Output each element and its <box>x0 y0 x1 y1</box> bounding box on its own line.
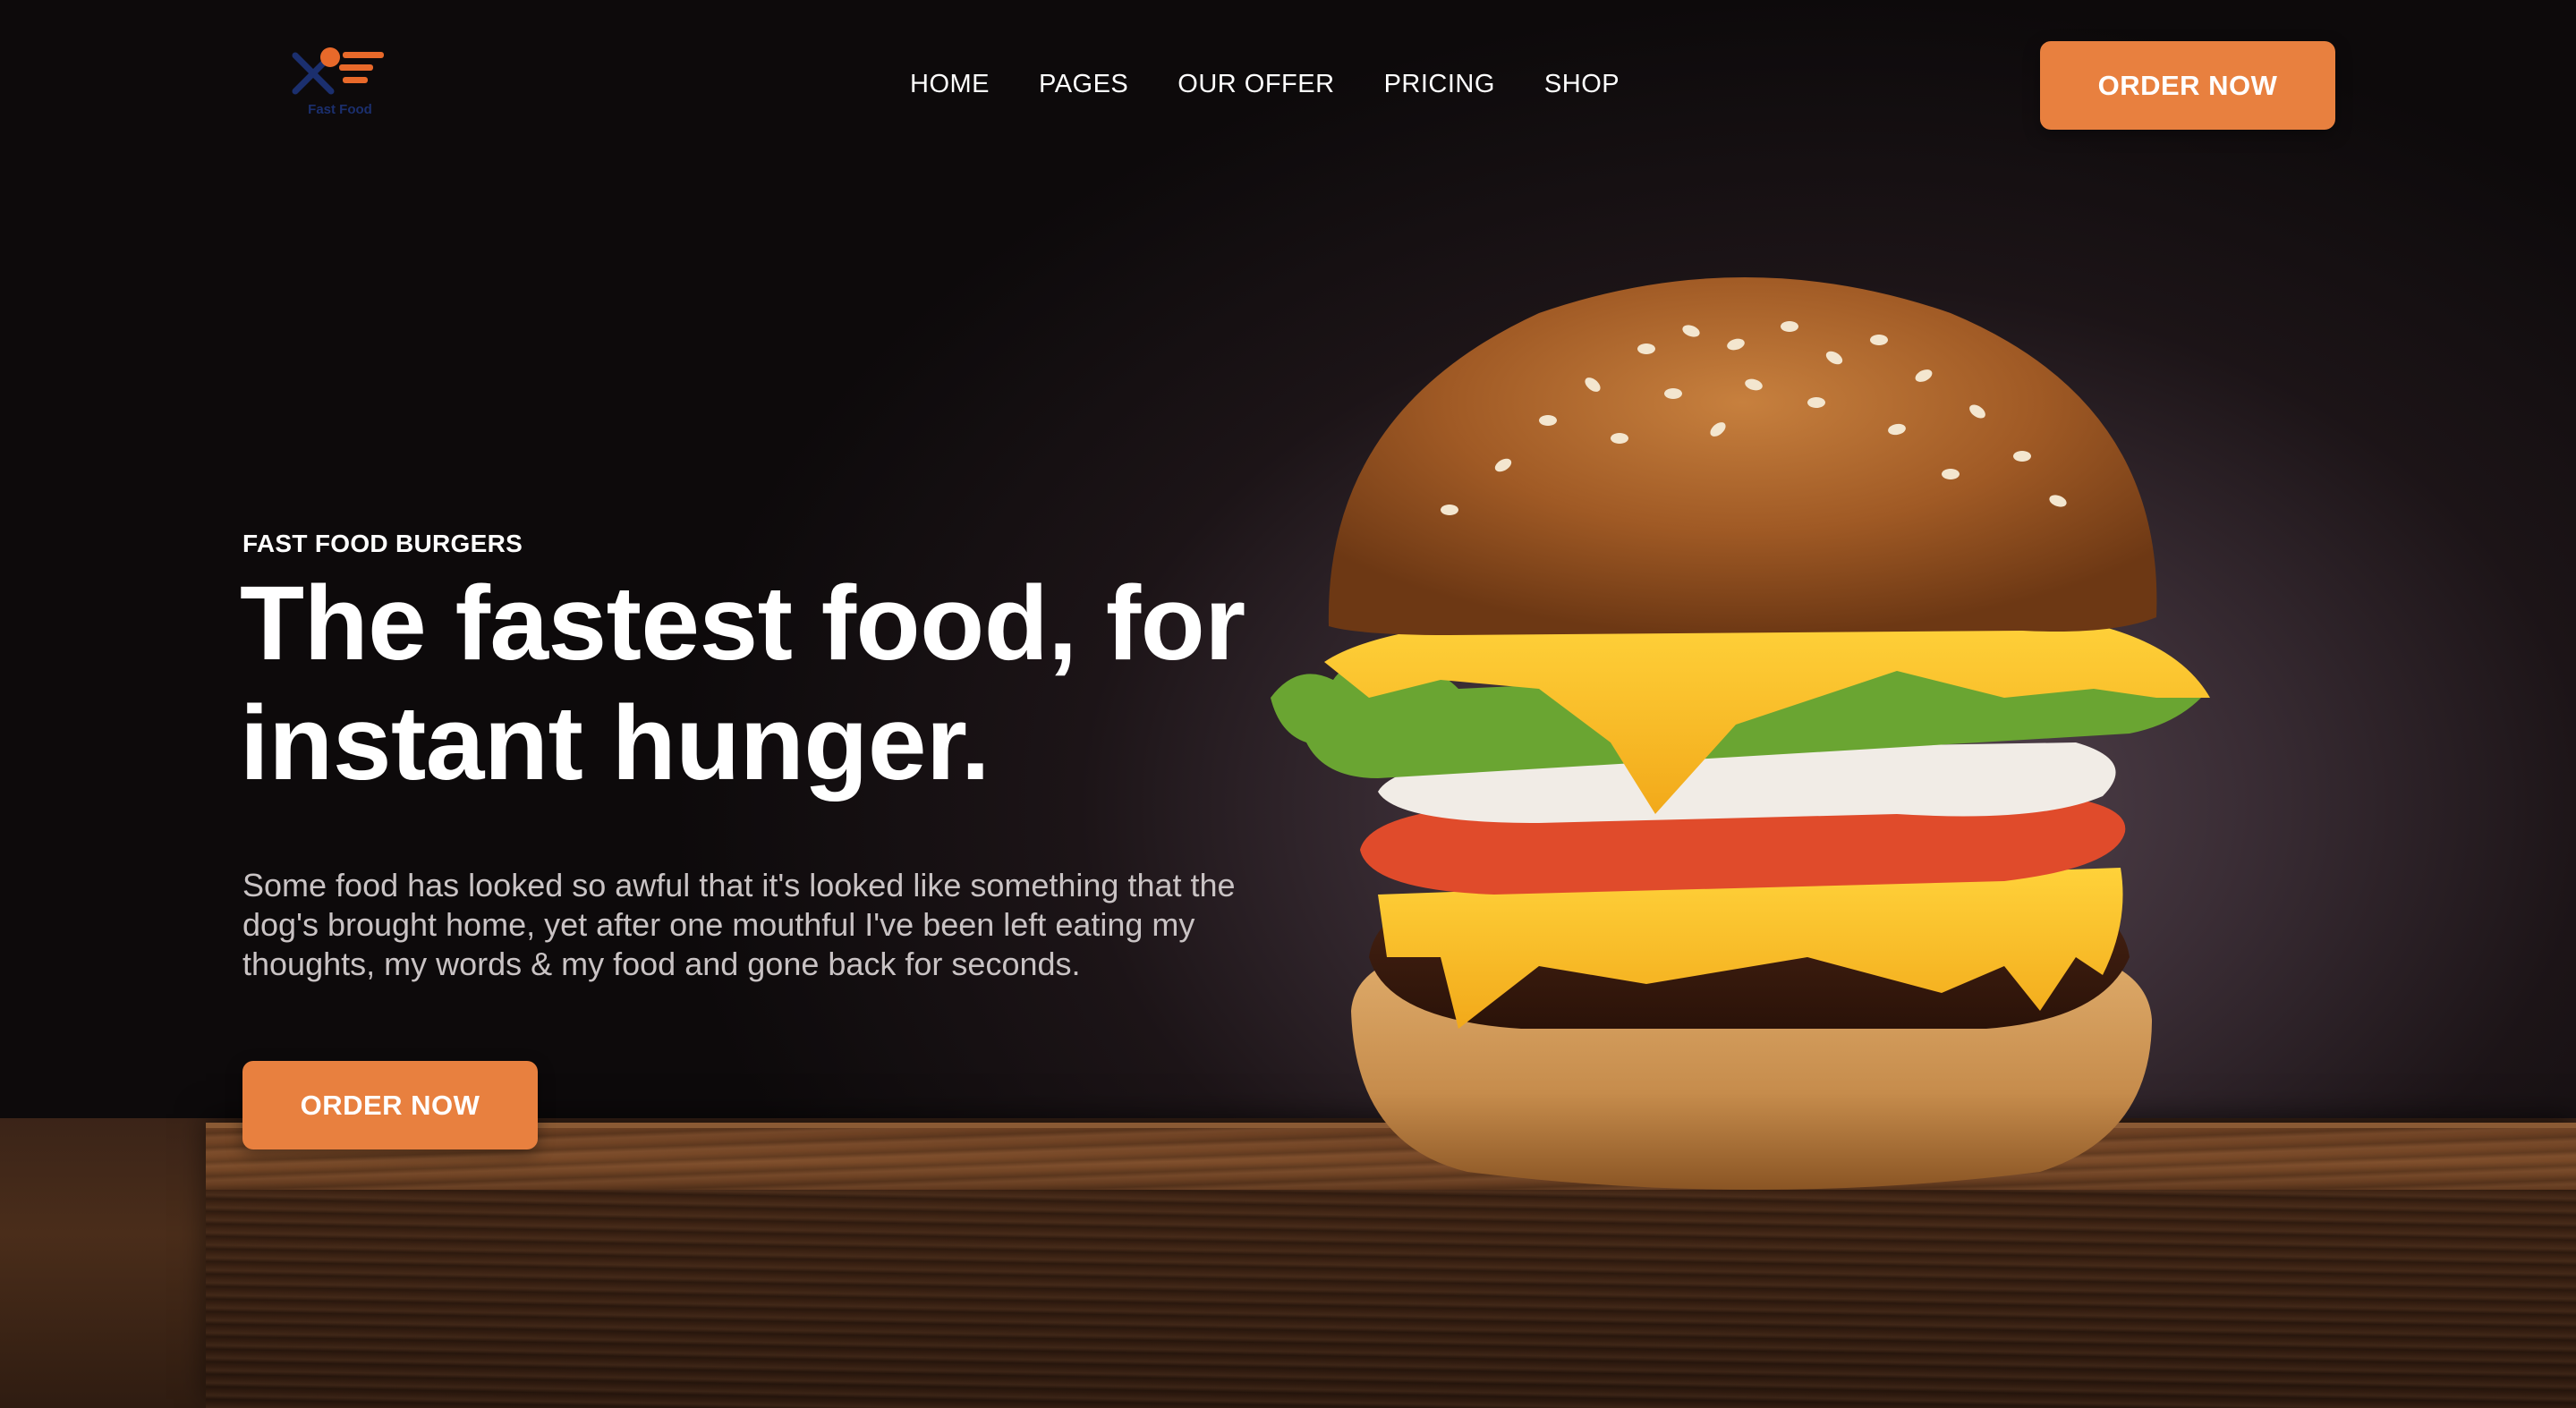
hero-eyebrow: FAST FOOD BURGERS <box>242 530 523 557</box>
hero-headline: The fastest food, for instant hunger. <box>240 564 1269 803</box>
main-nav: HOME PAGES OUR OFFER PRICING SHOP <box>910 70 1620 99</box>
header-order-now-button[interactable]: ORDER NOW <box>2040 41 2335 130</box>
nav-pages[interactable]: PAGES <box>1039 70 1128 99</box>
fork-spoon-speed-icon <box>292 47 384 95</box>
nav-our-offer[interactable]: OUR OFFER <box>1177 70 1334 99</box>
burger-image <box>1271 277 2210 1190</box>
nav-shop[interactable]: SHOP <box>1544 70 1620 99</box>
nav-home[interactable]: HOME <box>910 70 990 99</box>
hero-order-now-button[interactable]: ORDER NOW <box>242 1061 538 1149</box>
wooden-board-edge <box>206 1190 2576 1408</box>
hero-description: Some food has looked so awful that it's … <box>242 867 1236 982</box>
nav-pricing[interactable]: PRICING <box>1384 70 1495 99</box>
logo[interactable]: Fast Food <box>291 45 398 125</box>
landing-page: Fast Food HOME PAGES OUR OFFER PRICING S… <box>0 0 2576 1408</box>
hero-headline-line-2: instant hunger. <box>240 684 990 802</box>
hero-headline-line-1: The fastest food, for <box>240 564 1245 683</box>
logo-text: Fast Food <box>308 102 372 117</box>
